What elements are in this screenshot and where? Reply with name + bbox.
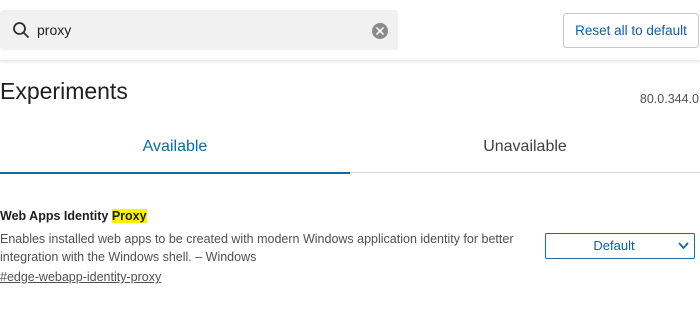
chevron-down-icon <box>678 242 689 249</box>
header-bar: Reset all to default <box>0 0 700 60</box>
page-title: Experiments <box>0 78 128 104</box>
experiment-title: Web Apps Identity Proxy <box>0 207 700 225</box>
tab-selected-indicator <box>0 172 350 174</box>
experiment-link[interactable]: #edge-webapp-identity-proxy <box>0 270 161 284</box>
tab-unavailable-label: Unavailable <box>483 138 567 155</box>
version-label: 80.0.344.0 <box>639 92 699 106</box>
experiment-description: Enables installed web apps to be created… <box>0 232 514 264</box>
experiment-title-text: Web Apps Identity <box>0 209 112 223</box>
close-icon[interactable] <box>372 23 388 39</box>
search-input[interactable] <box>37 19 357 41</box>
tab-available-label: Available <box>142 138 208 155</box>
tab-bar: Available Unavailable <box>0 128 700 174</box>
search-box[interactable] <box>0 10 398 50</box>
experiment-state-select[interactable]: Default <box>545 233 695 259</box>
tab-available[interactable]: Available <box>0 128 350 174</box>
reset-all-button[interactable]: Reset all to default <box>563 13 699 48</box>
search-highlight: Proxy <box>111 209 147 223</box>
select-value: Default <box>593 238 635 253</box>
tab-unavailable[interactable]: Unavailable <box>350 128 700 172</box>
search-icon <box>13 22 29 38</box>
